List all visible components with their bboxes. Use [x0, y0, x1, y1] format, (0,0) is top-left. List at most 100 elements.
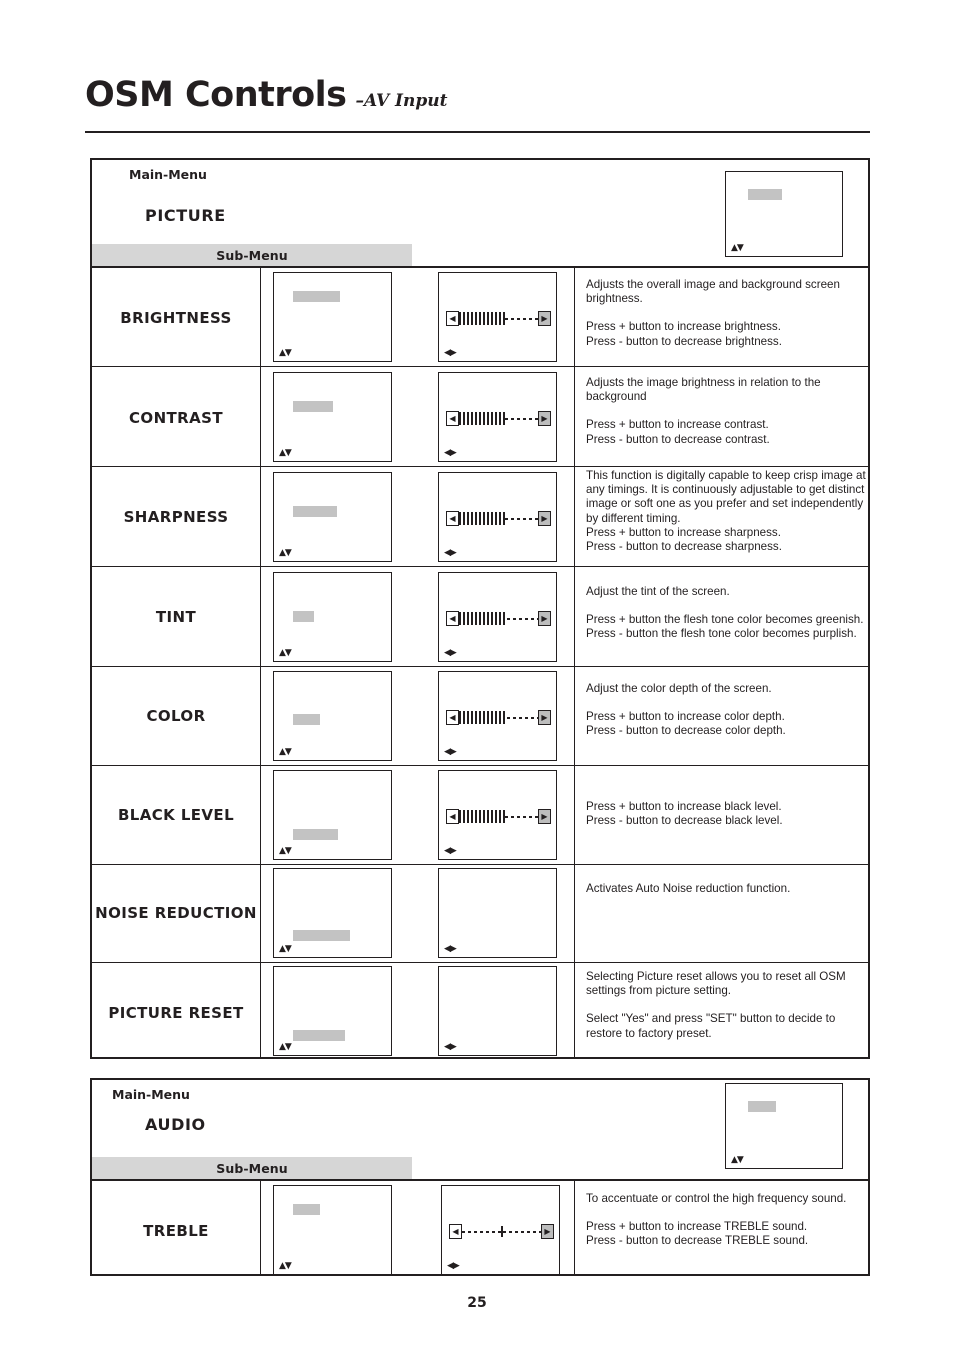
row-desc-tint: Adjust the tint of the screen. Press + b… [586, 585, 868, 642]
osm-slider-noise-reduction: ◀▶ [438, 868, 557, 958]
manual-page: OSM Controls –AV Input Main-Menu PICTURE… [0, 0, 954, 1351]
osm-preview-brightness: ▲▼ [273, 272, 392, 362]
row-desc-brightness: Adjusts the overall image and background… [586, 278, 862, 349]
desc-line: Selecting Picture reset allows you to re… [586, 970, 846, 998]
slider-right-arrow-icon[interactable]: ▶ [538, 511, 551, 526]
slider-contrast[interactable]: ◀ ▶ [446, 411, 551, 426]
slider-fill [459, 412, 505, 425]
up-down-arrow-icon: ▲▼ [279, 548, 292, 558]
picture-main-menu-label: Main-Menu [129, 167, 207, 182]
osm-preview-sharpness: ▲▼ [273, 472, 392, 562]
slider-brightness[interactable]: ◀ ▶ [446, 311, 551, 326]
slider-right-arrow-icon[interactable]: ▶ [538, 809, 551, 824]
slider-remaining-dots [507, 716, 538, 719]
left-right-arrow-icon: ◀▶ [447, 1261, 460, 1271]
osm-highlight-bar [293, 1030, 345, 1041]
row-divider [92, 864, 868, 865]
slider-fill [459, 512, 505, 525]
row-desc-noise-reduction: Activates Auto Noise reduction function. [586, 882, 868, 896]
slider-remaining-dots [505, 317, 538, 320]
row-label-black-level: BLACK LEVEL [117, 806, 235, 824]
row-label-noise-reduction: NOISE REDUCTION [95, 904, 257, 922]
up-down-arrow-icon: ▲▼ [279, 448, 292, 458]
row-divider [92, 666, 868, 667]
osm-preview-color: ▲▼ [273, 671, 392, 761]
desc-line: Press + button to increase contrast. [586, 418, 769, 432]
osm-slider-contrast: ◀ ▶ ◀ ▶ [438, 372, 557, 462]
up-down-arrow-icon: ▲▼ [279, 1261, 292, 1271]
up-down-arrow-icon: ▲▼ [279, 348, 292, 358]
slider-left-arrow-icon[interactable]: ◀ [446, 511, 459, 526]
slider-right-arrow-icon[interactable]: ▶ [538, 710, 551, 725]
osm-highlight-bar [293, 401, 333, 412]
desc-line: Press - button to decrease contrast. [586, 432, 770, 446]
slider-track[interactable] [459, 412, 538, 425]
row-desc-color: Adjust the color depth of the screen. Pr… [586, 682, 868, 739]
slider-color[interactable]: ◀ ▶ [446, 710, 551, 725]
left-right-arrow-icon: ◀▶ [444, 548, 457, 558]
slider-dots-right [502, 1230, 541, 1233]
up-down-arrow-icon: ▲▼ [279, 846, 292, 856]
left-right-arrow-icon: ◀▶ [444, 648, 457, 658]
row-divider [92, 566, 868, 567]
slider-black-level[interactable]: ◀ ▶ [446, 809, 551, 824]
slider-track[interactable] [459, 612, 538, 625]
picture-sub-menu-label: Sub-Menu [216, 247, 288, 263]
desc-line: This function is digitally capable to ke… [586, 469, 866, 525]
slider-fill [459, 612, 507, 625]
row-label-picture-reset: PICTURE RESET [108, 1004, 244, 1022]
slider-track[interactable] [459, 312, 538, 325]
desc-line: Press - button to decrease black level. [586, 814, 783, 828]
slider-left-arrow-icon[interactable]: ◀ [446, 311, 459, 326]
osm-highlight-bar [293, 1204, 320, 1215]
slider-remaining-dots [505, 815, 538, 818]
slider-track[interactable] [459, 711, 538, 724]
slider-left-arrow-icon[interactable]: ◀ [446, 611, 459, 626]
osm-slider-color: ◀ ▶ ◀ ▶ [438, 671, 557, 761]
desc-line: Press + button to increase black level. [586, 800, 782, 813]
page-title: OSM Controls –AV Input [85, 78, 870, 113]
osm-highlight-bar [748, 189, 782, 200]
slider-right-arrow-icon[interactable]: ▶ [538, 611, 551, 626]
slider-track[interactable] [462, 1225, 541, 1238]
slider-left-arrow-icon[interactable]: ◀ [449, 1224, 462, 1239]
osm-preview-picture-reset: ▲▼ [273, 966, 392, 1056]
audio-main-menu-label: Main-Menu [112, 1087, 190, 1102]
slider-tint[interactable]: ◀ ▶ [446, 611, 551, 626]
desc-line: Press + button the flesh tone color beco… [586, 613, 864, 627]
audio-main-menu-title: AUDIO [145, 1115, 206, 1134]
slider-right-arrow-icon[interactable]: ▶ [538, 411, 551, 426]
desc-line: Adjusts the overall image and background… [586, 278, 840, 306]
row-label-treble: TREBLE [143, 1222, 209, 1240]
row-label-tint: TINT [155, 608, 197, 626]
osm-highlight-bar [293, 611, 314, 622]
desc-line: Press + button to increase sharpness. [586, 525, 781, 539]
desc-line: Adjusts the image brightness in relation… [586, 376, 821, 404]
desc-line: To accentuate or control the high freque… [586, 1192, 847, 1205]
slider-left-arrow-icon[interactable]: ◀ [446, 411, 459, 426]
desc-line: Select "Yes" and press "SET" button to d… [586, 1012, 836, 1040]
row-label-color: COLOR [146, 707, 206, 725]
row-divider [92, 366, 868, 367]
audio-col-divider-desc [574, 1179, 575, 1274]
slider-right-arrow-icon[interactable]: ▶ [541, 1224, 554, 1239]
up-down-arrow-icon: ▲▼ [279, 747, 292, 757]
slider-sharpness[interactable]: ◀ ▶ [446, 511, 551, 526]
row-desc-black-level: Press + button to increase black level. … [586, 800, 868, 828]
osm-preview-contrast: ▲▼ [273, 372, 392, 462]
desc-line: Press + button to increase color depth. [586, 710, 785, 724]
slider-fill [459, 312, 505, 325]
osm-highlight-bar [293, 506, 337, 517]
slider-right-arrow-icon[interactable]: ▶ [538, 311, 551, 326]
slider-left-arrow-icon[interactable]: ◀ [446, 809, 459, 824]
slider-treble[interactable]: ◀ ▶ [449, 1224, 554, 1239]
slider-left-arrow-icon[interactable]: ◀ [446, 710, 459, 725]
slider-track[interactable] [459, 512, 538, 525]
up-down-arrow-icon: ▲▼ [279, 944, 292, 954]
osm-preview-noise-reduction: ▲▼ [273, 868, 392, 958]
audio-main-menu-osm-preview: ▲▼ [725, 1083, 843, 1169]
row-desc-contrast: Adjusts the image brightness in relation… [586, 376, 862, 447]
slider-track[interactable] [459, 810, 538, 823]
osm-preview-black-level: ▲▼ [273, 770, 392, 860]
osm-slider-sharpness: ◀ ▶ ◀▶ [438, 472, 557, 562]
